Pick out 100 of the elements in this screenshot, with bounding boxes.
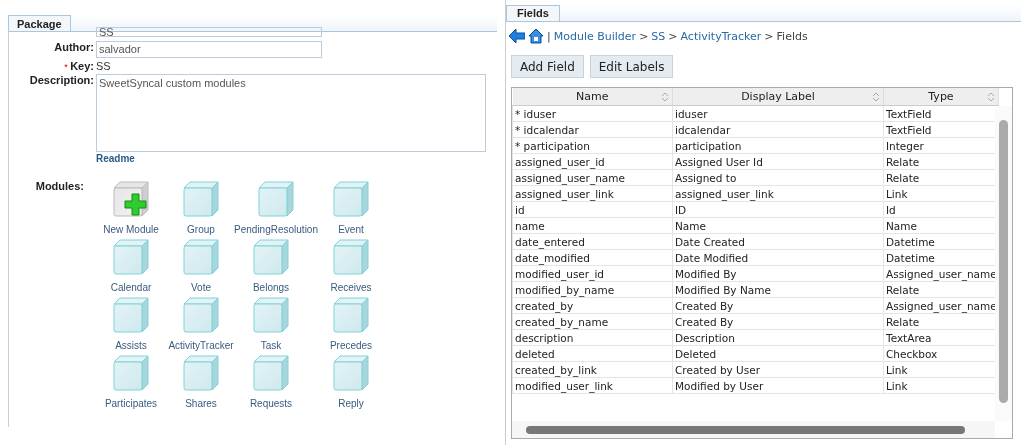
table-cell: assigned_user_link	[672, 185, 884, 202]
cube-icon[interactable]	[252, 238, 290, 276]
table-cell: description	[512, 329, 673, 346]
cube-icon[interactable]	[252, 354, 290, 392]
table-cell: participation	[672, 137, 884, 154]
module-label[interactable]: Precedes	[329, 340, 373, 351]
table-cell: Assigned User Id	[672, 153, 884, 170]
table-cell: * idcalendar	[512, 121, 673, 138]
column-header[interactable]: Type	[883, 88, 999, 106]
horizontal-scrollbar[interactable]	[512, 421, 995, 438]
module-label[interactable]: Participates	[104, 398, 158, 409]
table-cell: assigned_user_id	[512, 153, 673, 170]
cube-icon[interactable]	[182, 180, 220, 218]
module-label[interactable]: Requests	[249, 398, 293, 409]
home-icon[interactable]	[528, 28, 544, 44]
table-cell: modified_user_link	[512, 377, 673, 394]
table-cell: Date Modified	[672, 249, 884, 266]
table-cell: name	[512, 217, 673, 234]
description-label: Description:	[28, 74, 94, 86]
cube-icon[interactable]	[332, 180, 370, 218]
table-cell: Date Created	[672, 233, 884, 250]
module-label[interactable]: New Module	[103, 224, 159, 235]
cube-icon[interactable]	[332, 238, 370, 276]
table-cell: Description	[672, 329, 884, 346]
table-cell: modified_user_id	[512, 265, 673, 282]
module-label[interactable]: Assists	[115, 340, 147, 351]
fields-tab[interactable]: Fields	[506, 5, 560, 21]
breadcrumb-link[interactable]: SS	[651, 29, 666, 43]
module-label[interactable]: Task	[260, 340, 282, 351]
table-cell: Created By	[672, 313, 884, 330]
table-cell: * iduser	[512, 105, 673, 122]
module-label[interactable]: ActivityTracker	[168, 340, 234, 351]
module-label[interactable]: Group	[187, 224, 215, 235]
author-label: Author:	[53, 41, 94, 53]
cube-icon[interactable]	[332, 296, 370, 334]
breadcrumb-separator: |	[547, 29, 551, 43]
cube-icon[interactable]	[112, 354, 150, 392]
module-label[interactable]: Calendar	[110, 282, 152, 293]
table-cell: Modified By Name	[672, 281, 884, 298]
sort-icon[interactable]	[987, 92, 995, 102]
required-mark: *	[64, 62, 69, 72]
breadcrumb-arrow: >	[668, 29, 678, 43]
table-cell: * participation	[512, 137, 673, 154]
module-label[interactable]: Event	[338, 224, 364, 235]
breadcrumb-link[interactable]: Module Builder	[553, 29, 637, 43]
module-label[interactable]: Reply	[338, 398, 364, 409]
cube-icon[interactable]	[252, 296, 290, 334]
cube-icon[interactable]	[182, 238, 220, 276]
table-cell: date_modified	[512, 249, 673, 266]
table-cell: date_entered	[512, 233, 673, 250]
column-header[interactable]: Name	[512, 88, 673, 106]
new-module-icon[interactable]	[112, 180, 150, 218]
table-cell: modified_by_name	[512, 281, 673, 298]
add-field-button[interactable]: Add Field	[511, 55, 584, 78]
module-label[interactable]: Belongs	[252, 282, 290, 293]
cube-icon[interactable]	[257, 180, 295, 218]
table-cell: Deleted	[672, 345, 884, 362]
table-cell: assigned_user_link	[512, 185, 673, 202]
back-arrow-icon[interactable]	[509, 29, 525, 43]
table-cell: ID	[672, 201, 884, 218]
breadcrumb-link[interactable]: ActivityTracker	[680, 29, 762, 43]
breadcrumb-arrow: >	[639, 29, 649, 43]
module-label[interactable]: Vote	[191, 282, 211, 293]
package-tab[interactable]: Package	[8, 15, 71, 31]
table-cell: assigned_user_name	[512, 169, 673, 186]
key-value: SS	[96, 60, 112, 72]
module-label[interactable]: Shares	[185, 398, 217, 409]
table-cell: Created by User	[672, 361, 884, 378]
modules-label: Modules:	[34, 180, 85, 192]
table-cell: created_by_name	[512, 313, 673, 330]
table-cell: idcalendar	[672, 121, 884, 138]
table-cell: created_by_link	[512, 361, 673, 378]
readme-link[interactable]: Readme	[96, 153, 497, 164]
table-cell: Modified by User	[672, 377, 884, 394]
cube-icon[interactable]	[112, 238, 150, 276]
table-cell: Name	[672, 217, 884, 234]
module-label[interactable]: PendingResolution	[234, 224, 318, 235]
table-cell: iduser	[672, 105, 884, 122]
cube-icon[interactable]	[332, 354, 370, 392]
breadcrumb-current: Fields	[776, 29, 808, 43]
cube-icon[interactable]	[112, 296, 150, 334]
sort-icon[interactable]	[661, 92, 669, 102]
description-text-area[interactable]: SweetSyncal custom modules	[96, 74, 486, 152]
cube-icon[interactable]	[182, 354, 220, 392]
table-cell: id	[512, 201, 673, 218]
table-cell: Created By	[672, 297, 884, 314]
key-label: Key:	[70, 60, 94, 72]
sort-icon[interactable]	[872, 92, 880, 102]
author-input-field[interactable]: salvador	[96, 41, 322, 58]
vertical-scrollbar[interactable]	[995, 106, 1012, 421]
edit-labels-button[interactable]: Edit Labels	[589, 55, 674, 78]
table-cell: Modified By	[672, 265, 884, 282]
table-cell: deleted	[512, 345, 673, 362]
column-header[interactable]: Display Label	[672, 88, 884, 106]
table-cell: created_by	[512, 297, 673, 314]
name-input-field[interactable]: SS	[96, 27, 322, 37]
table-cell: Assigned to	[672, 169, 884, 186]
breadcrumb-arrow: >	[764, 29, 774, 43]
module-label[interactable]: Receives	[330, 282, 372, 293]
cube-icon[interactable]	[182, 296, 220, 334]
